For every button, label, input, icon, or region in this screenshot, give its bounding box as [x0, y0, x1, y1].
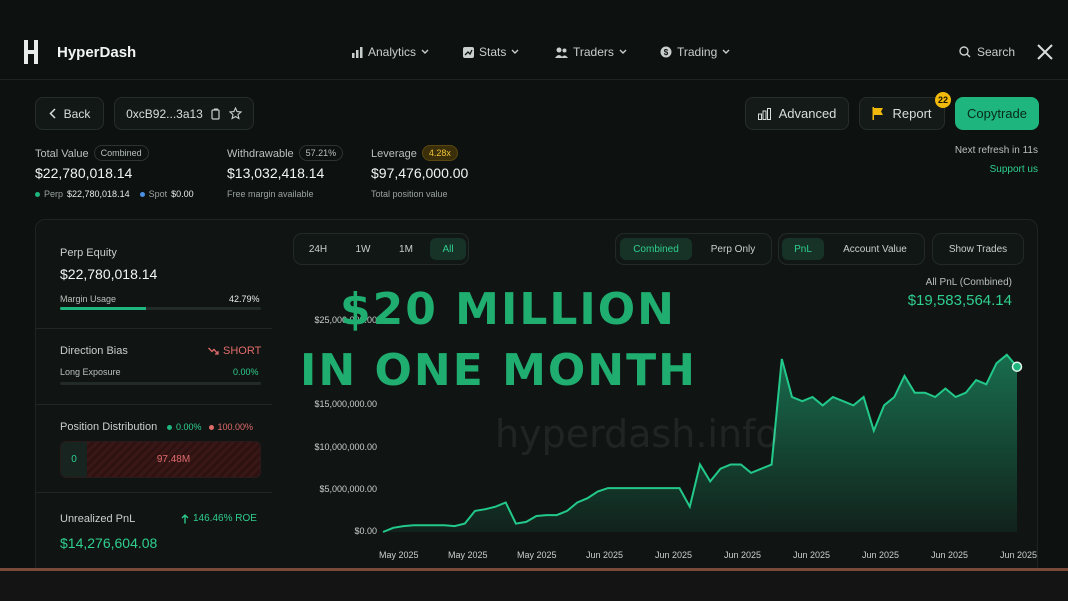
- x-tick-label: Jun 2025: [1000, 550, 1038, 560]
- x-tick-label: Jun 2025: [862, 550, 900, 560]
- headline-line-1: $20 MILLION: [340, 284, 676, 335]
- headline-line-2: IN ONE MONTH: [300, 345, 697, 396]
- x-tick-label: Jun 2025: [931, 550, 969, 560]
- y-tick-label: $5,000,000.00: [319, 483, 377, 494]
- y-tick-label: $10,000,000.00: [314, 441, 377, 452]
- x-tick-label: Jun 2025: [586, 550, 624, 560]
- x-tick-label: Jun 2025: [793, 550, 831, 560]
- x-tick-label: Jun 2025: [655, 550, 693, 560]
- current-point: [1011, 361, 1023, 372]
- x-tick-label: Jun 2025: [724, 550, 762, 560]
- watermark: hyperdash.info: [495, 412, 779, 456]
- footer-band: [0, 571, 1068, 601]
- y-tick-label: $15,000,000.00: [314, 399, 377, 410]
- x-tick-label: May 2025: [517, 550, 557, 560]
- x-tick-label: May 2025: [448, 550, 488, 560]
- x-tick-label: May 2025: [379, 550, 419, 560]
- y-tick-label: $0.00: [354, 526, 377, 536]
